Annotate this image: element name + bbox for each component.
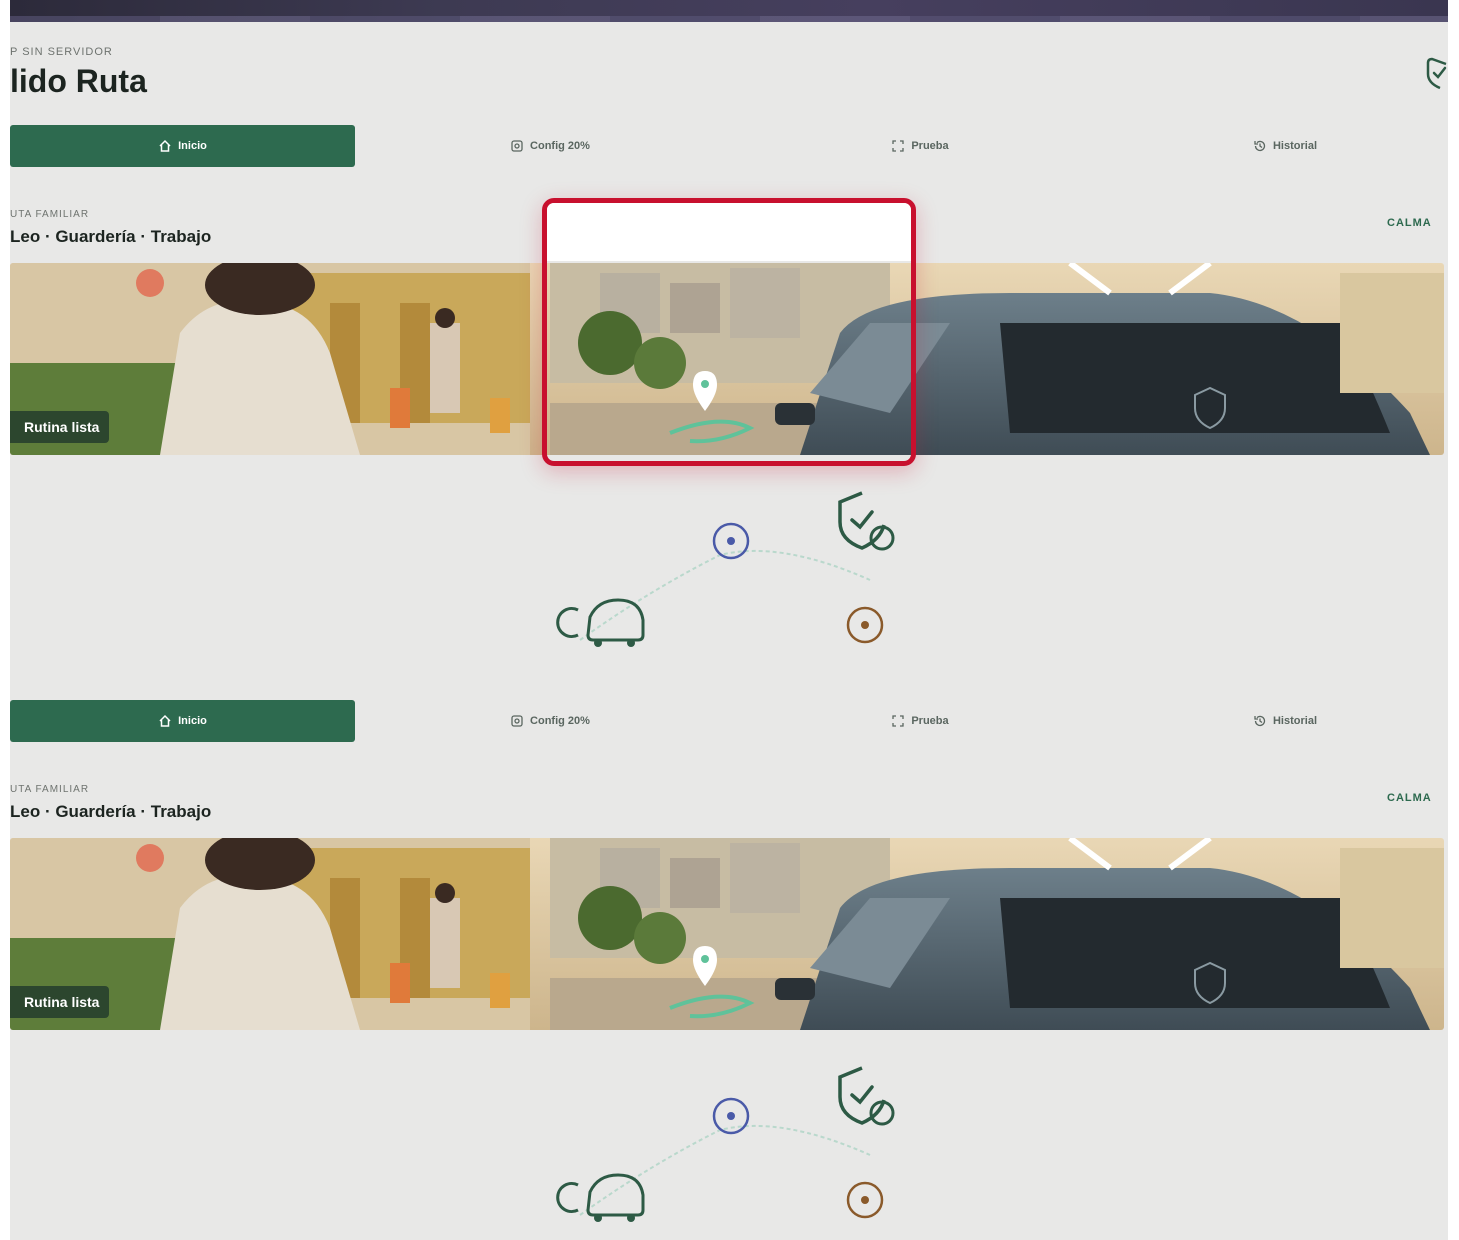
tab-label: Historial xyxy=(1272,715,1317,727)
route-ready-badge: Rutina lista xyxy=(10,411,110,443)
route-eyebrow: UTA FAMILIAR xyxy=(10,209,90,220)
tab-historial[interactable]: Historial xyxy=(1230,700,1340,742)
status-badge: CALMA xyxy=(1387,217,1432,229)
scan-icon xyxy=(892,715,904,727)
hero-image: Rutina lista xyxy=(10,838,1444,1030)
page-title: lido Ruta xyxy=(10,63,147,99)
shield-check-icon xyxy=(838,491,895,551)
tab-label: Inicio xyxy=(178,715,207,727)
history-icon xyxy=(1254,140,1266,152)
route-eyebrow: UTA FAMILIAR xyxy=(10,784,90,795)
route-title: Leo · Guardería · Trabajo xyxy=(10,802,212,821)
route-diagram xyxy=(556,491,895,647)
app-window: P SIN SERVIDOR lido Ruta Inicio Config 2… xyxy=(10,0,1448,1240)
settings-icon xyxy=(511,140,523,152)
route-ready-badge: Rutina lista xyxy=(10,986,110,1018)
nav-tabs: Inicio Config 20% Prueba Historial xyxy=(10,125,1448,167)
home-icon xyxy=(159,139,171,152)
tab-prueba[interactable]: Prueba xyxy=(870,125,970,167)
nav-tabs-repeat: Inicio Config 20% Prueba Historial xyxy=(10,700,1448,742)
route-diagram xyxy=(556,1066,895,1222)
status-badge: CALMA xyxy=(1387,792,1432,804)
tab-prueba[interactable]: Prueba xyxy=(870,700,970,742)
tab-historial[interactable]: Historial xyxy=(1230,125,1340,167)
tab-config[interactable]: Config 20% xyxy=(490,700,610,742)
top-image-strip xyxy=(10,0,1448,22)
shield-check-icon[interactable] xyxy=(1426,56,1448,90)
history-icon xyxy=(1254,715,1266,727)
highlight-box xyxy=(542,198,916,466)
location-brown-icon xyxy=(846,606,884,644)
tab-label: Prueba xyxy=(911,715,949,727)
tab-inicio[interactable]: Inicio xyxy=(10,125,355,167)
tab-config[interactable]: Config 20% xyxy=(490,125,610,167)
tab-label: Config 20% xyxy=(530,715,590,727)
home-icon xyxy=(159,714,171,727)
tab-label: Historial xyxy=(1272,140,1317,152)
tab-label: Prueba xyxy=(911,140,949,152)
tab-label: Config 20% xyxy=(530,140,590,152)
settings-icon xyxy=(511,715,523,727)
tab-inicio[interactable]: Inicio xyxy=(10,700,355,742)
scan-icon xyxy=(892,140,904,152)
route-title: Leo · Guardería · Trabajo xyxy=(10,227,212,246)
tab-label: Inicio xyxy=(178,140,207,152)
app-eyebrow: P SIN SERVIDOR xyxy=(10,46,113,58)
location-brown-icon xyxy=(846,1181,884,1219)
shield-check-icon xyxy=(838,1066,895,1126)
